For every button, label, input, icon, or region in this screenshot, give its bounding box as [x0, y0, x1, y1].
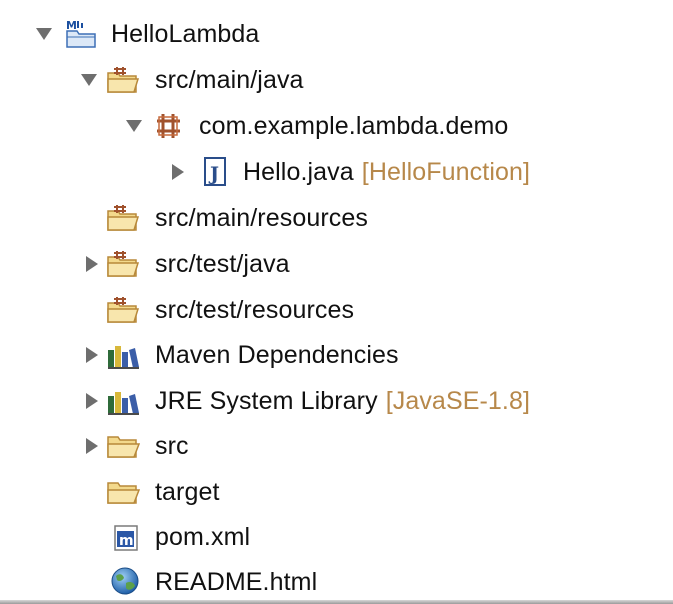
library-icon — [106, 384, 140, 418]
file-name: Hello.java — [243, 158, 354, 186]
tree-item-src[interactable]: src — [0, 423, 673, 469]
tree-item-label: JRE System Library [JavaSE-1.8] — [155, 384, 530, 418]
folder-icon — [106, 429, 140, 463]
tree-item-label: README.html — [155, 568, 318, 596]
source-folder-icon — [106, 247, 140, 281]
maven-project-icon: M — [64, 16, 98, 50]
expanded-twisty-icon[interactable] — [123, 115, 145, 137]
tree-item-label: src/test/java — [155, 250, 290, 278]
svg-text:m: m — [119, 533, 134, 549]
tree-item-label: pom.xml — [155, 523, 251, 551]
tree-item-hello-java[interactable]: J Hello.java [HelloFunction] — [0, 149, 673, 195]
decoration-label: [JavaSE-1.8] — [385, 387, 531, 415]
folder-icon — [106, 475, 140, 509]
tree-item-readme-html[interactable]: README.html — [0, 559, 673, 604]
tree-item-label: Maven Dependencies — [155, 341, 399, 369]
panel-bottom-border — [0, 600, 673, 604]
tree-item-label: Hello.java [HelloFunction] — [243, 155, 530, 189]
tree-item-src-main-resources[interactable]: src/main/resources — [0, 195, 673, 241]
tree-item-label: HelloLambda — [111, 20, 260, 48]
library-name: JRE System Library — [155, 387, 378, 415]
maven-file-icon: m — [108, 520, 142, 554]
project-explorer-tree: M HelloLambda src/main/java com.example.… — [0, 0, 673, 604]
tree-item-hellolambda[interactable]: M HelloLambda — [0, 11, 673, 57]
tree-item-src-test-java[interactable]: src/test/java — [0, 241, 673, 287]
svg-text:M: M — [66, 19, 77, 32]
tree-item-package[interactable]: com.example.lambda.demo — [0, 103, 673, 149]
tree-item-label: src/main/resources — [155, 204, 368, 232]
tree-item-maven-dependencies[interactable]: Maven Dependencies — [0, 332, 673, 378]
decoration-label: [HelloFunction] — [361, 158, 531, 186]
tree-item-label: src/test/resources — [155, 296, 355, 324]
tree-item-label: com.example.lambda.demo — [199, 112, 509, 140]
tree-item-pom-xml[interactable]: m pom.xml — [0, 514, 673, 560]
source-folder-icon — [106, 63, 140, 97]
expanded-twisty-icon[interactable] — [33, 23, 55, 45]
tree-item-jre-system-library[interactable]: JRE System Library [JavaSE-1.8] — [0, 378, 673, 424]
source-folder-icon — [106, 201, 140, 235]
package-icon — [152, 109, 186, 143]
svg-text:J: J — [208, 163, 219, 185]
tree-item-label: target — [155, 478, 220, 506]
collapsed-twisty-icon[interactable] — [81, 435, 103, 457]
tree-item-label: src — [155, 432, 189, 460]
collapsed-twisty-icon[interactable] — [167, 161, 189, 183]
source-folder-icon — [106, 293, 140, 327]
tree-item-src-test-resources[interactable]: src/test/resources — [0, 287, 673, 333]
expanded-twisty-icon[interactable] — [78, 69, 100, 91]
collapsed-twisty-icon[interactable] — [81, 344, 103, 366]
collapsed-twisty-icon[interactable] — [81, 390, 103, 412]
java-file-icon: J — [198, 155, 232, 189]
globe-icon — [108, 564, 142, 598]
tree-item-target[interactable]: target — [0, 469, 673, 515]
collapsed-twisty-icon[interactable] — [81, 253, 103, 275]
tree-item-label: src/main/java — [155, 66, 304, 94]
library-icon — [106, 338, 140, 372]
tree-item-src-main-java[interactable]: src/main/java — [0, 57, 673, 103]
